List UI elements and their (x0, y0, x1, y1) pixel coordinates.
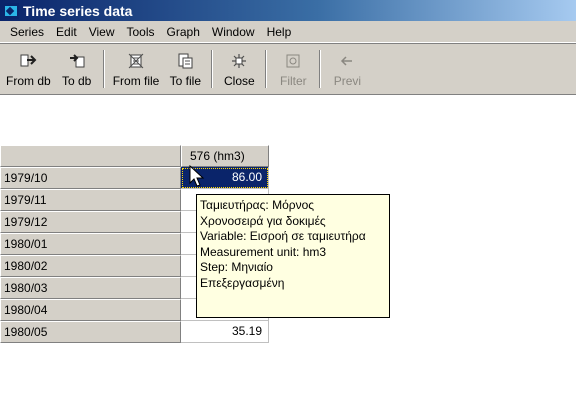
row-header[interactable]: 1980/01 (0, 233, 181, 255)
file-import-icon (127, 52, 145, 70)
tooltip-line-status: Επεξεργασμένη (200, 275, 285, 290)
menu-graph[interactable]: Graph (161, 25, 206, 39)
previous-arrow-icon (338, 52, 356, 70)
column-header[interactable]: 576 (hm3) (181, 145, 269, 167)
to-file-label: To file (169, 74, 202, 88)
window-title: Time series data (23, 2, 133, 19)
menu-window[interactable]: Window (206, 25, 261, 39)
to-db-button[interactable]: To db (55, 44, 99, 94)
row-header[interactable]: 1979/12 (0, 211, 181, 233)
row-header[interactable]: 1980/02 (0, 255, 181, 277)
toolbar-separator (102, 50, 105, 88)
menu-view[interactable]: View (83, 25, 121, 39)
title-bar[interactable]: Time series data (0, 0, 576, 21)
data-cell[interactable]: 35.19 (181, 321, 269, 343)
toolbar-separator (319, 50, 322, 88)
mouse-pointer-icon (189, 165, 205, 187)
row-header[interactable]: 1980/03 (0, 277, 181, 299)
close-series-icon (230, 52, 248, 70)
to-file-button[interactable]: To file (163, 44, 207, 94)
file-export-icon (176, 52, 194, 70)
row-header[interactable]: 1980/04 (0, 299, 181, 321)
from-db-label: From db (6, 74, 51, 88)
row-header[interactable]: 1979/10 (0, 167, 181, 189)
to-db-label: To db (62, 74, 92, 88)
menu-edit[interactable]: Edit (50, 25, 83, 39)
db-arrow-in-icon (68, 52, 86, 70)
row-header[interactable]: 1980/05 (0, 321, 181, 343)
previous-label: Previ (333, 74, 362, 88)
menu-series[interactable]: Series (4, 25, 50, 39)
from-file-button[interactable]: From file (109, 44, 164, 94)
db-arrow-right-icon (19, 52, 37, 70)
filter-label: Filter (280, 74, 307, 88)
row-header[interactable]: 1979/11 (0, 189, 181, 211)
menu-help[interactable]: Help (261, 25, 298, 39)
grid-corner-cell[interactable] (0, 145, 181, 167)
filter-button[interactable]: Filter (271, 44, 315, 94)
tooltip-line-series: Χρονοσειρά για δοκιμές (200, 213, 326, 228)
menu-bar: Series Edit View Tools Graph Window Help (0, 21, 576, 43)
series-info-tooltip: Ταμιευτήρας: Μόρνος Χρονοσειρά για δοκιμ… (196, 194, 390, 318)
filter-icon (284, 52, 302, 70)
tooltip-line-unit: Measurement unit: hm3 (200, 244, 327, 259)
close-button[interactable]: Close (217, 44, 261, 94)
tooltip-line-reservoir: Ταμιευτήρας: Μόρνος (200, 198, 315, 212)
tooltip-line-variable: Variable: Εισροή σε ταμιευτήρα (200, 229, 366, 243)
from-file-label: From file (112, 74, 160, 88)
app-icon (3, 2, 19, 19)
toolbar-separator (265, 50, 268, 88)
previous-button[interactable]: Previ (325, 44, 369, 94)
toolbar-separator (211, 50, 214, 88)
from-db-button[interactable]: From db (2, 44, 55, 94)
menu-tools[interactable]: Tools (121, 25, 161, 39)
tooltip-line-step: Step: Μηνιαίο (200, 260, 273, 274)
close-label: Close (224, 74, 255, 88)
toolbar: From db To db From file To file Close Fi… (0, 43, 576, 95)
